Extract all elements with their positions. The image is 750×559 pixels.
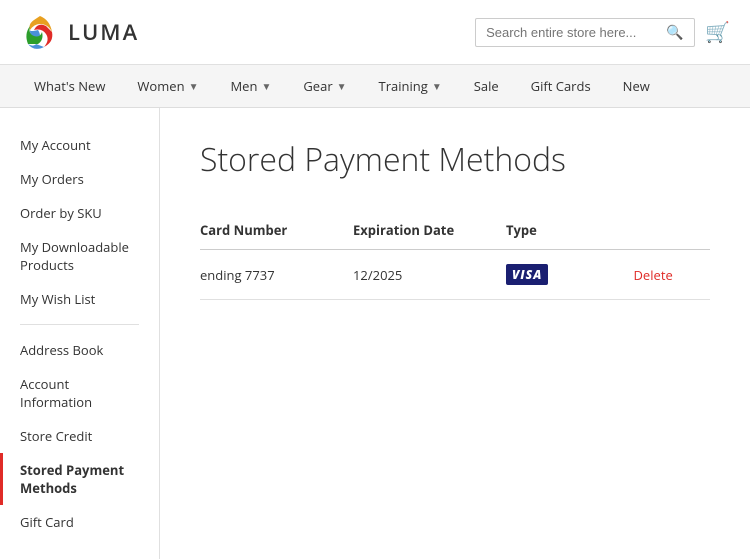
payment-table: Card Number Expiration Date Type ending …	[200, 211, 710, 300]
sidebar-item-my-wish-list[interactable]: My Wish List	[0, 282, 159, 316]
cell-action: Delete	[634, 250, 711, 300]
nav-item-whats-new[interactable]: What's New	[20, 65, 119, 107]
search-input[interactable]	[486, 25, 666, 40]
nav-item-training[interactable]: Training ▼	[365, 65, 456, 107]
sidebar-item-gift-card[interactable]: Gift Card	[0, 505, 159, 539]
sidebar: My Account My Orders Order by SKU My Dow…	[0, 108, 160, 559]
search-button[interactable]: 🔍	[666, 24, 683, 41]
page-title: Stored Payment Methods	[200, 138, 710, 181]
nav-item-sale[interactable]: Sale	[460, 65, 513, 107]
nav-item-gear[interactable]: Gear ▼	[289, 65, 360, 107]
table-row: ending 7737 12/2025 VISA Delete	[200, 250, 710, 300]
sidebar-item-my-orders[interactable]: My Orders	[0, 162, 159, 196]
sidebar-divider	[20, 324, 139, 325]
cell-expiration-date: 12/2025	[353, 250, 506, 300]
nav-item-men[interactable]: Men ▼	[216, 65, 285, 107]
page-content: Stored Payment Methods Card Number Expir…	[160, 108, 750, 559]
col-header-expiration-date: Expiration Date	[353, 211, 506, 250]
sidebar-item-order-by-sku[interactable]: Order by SKU	[0, 196, 159, 230]
header-right: 🔍 🛒	[475, 18, 730, 47]
luma-logo-icon	[20, 12, 60, 52]
cell-card-number: ending 7737	[200, 250, 353, 300]
chevron-down-icon: ▼	[337, 79, 347, 93]
nav-item-new[interactable]: New	[609, 65, 664, 107]
logo-text: LUMA	[68, 17, 139, 47]
sidebar-item-address-book[interactable]: Address Book	[0, 333, 159, 367]
sidebar-item-store-credit[interactable]: Store Credit	[0, 419, 159, 453]
logo-area: LUMA	[20, 12, 139, 52]
main-content: My Account My Orders Order by SKU My Dow…	[0, 108, 750, 559]
visa-logo: VISA	[506, 264, 548, 285]
search-box: 🔍	[475, 18, 695, 47]
chevron-down-icon: ▼	[189, 79, 199, 93]
header: LUMA 🔍 🛒	[0, 0, 750, 65]
col-header-card-number: Card Number	[200, 211, 353, 250]
delete-button[interactable]: Delete	[634, 266, 673, 284]
chevron-down-icon: ▼	[432, 79, 442, 93]
nav-item-women[interactable]: Women ▼	[123, 65, 212, 107]
nav-bar: What's New Women ▼ Men ▼ Gear ▼ Training…	[0, 65, 750, 108]
cart-button[interactable]: 🛒	[705, 20, 730, 45]
cell-type: VISA	[506, 250, 634, 300]
sidebar-item-stored-payment-methods[interactable]: Stored Payment Methods	[0, 453, 159, 505]
col-header-action	[634, 211, 711, 250]
chevron-down-icon: ▼	[261, 79, 271, 93]
col-header-type: Type	[506, 211, 634, 250]
sidebar-item-account-information[interactable]: Account Information	[0, 367, 159, 419]
sidebar-item-my-account[interactable]: My Account	[0, 128, 159, 162]
sidebar-item-my-downloadable-products[interactable]: My Downloadable Products	[0, 230, 159, 282]
cart-icon: 🛒	[705, 22, 730, 44]
table-header-row: Card Number Expiration Date Type	[200, 211, 710, 250]
nav-item-gift-cards[interactable]: Gift Cards	[517, 65, 605, 107]
